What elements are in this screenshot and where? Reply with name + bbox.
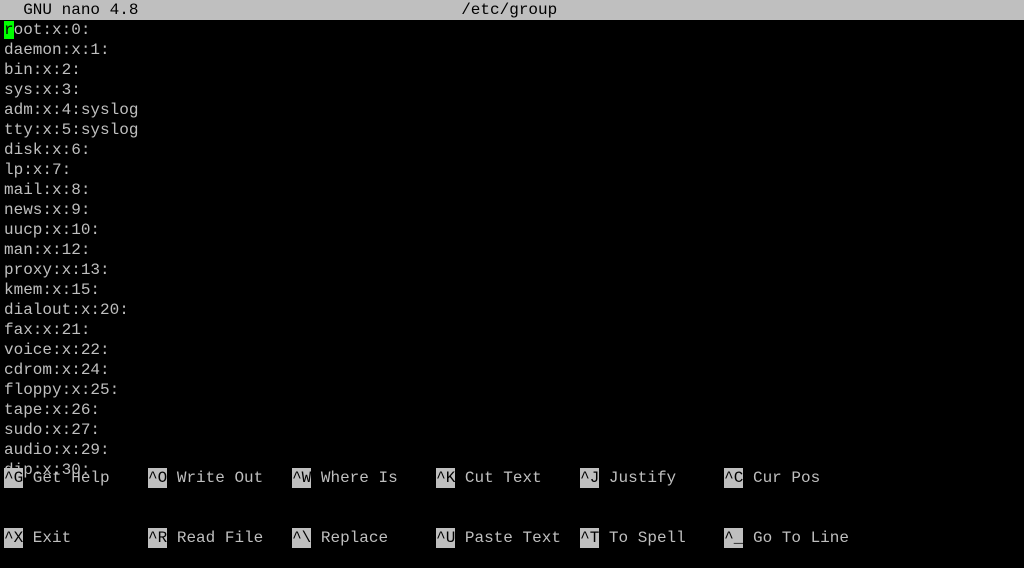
shortcut-label: Paste Text xyxy=(455,528,580,548)
shortcut-where-is[interactable]: ^W Where Is xyxy=(292,468,436,488)
file-line[interactable]: man:x:12: xyxy=(4,240,1020,260)
file-line[interactable]: fax:x:21: xyxy=(4,320,1020,340)
shortcut-cut-text[interactable]: ^K Cut Text xyxy=(436,468,580,488)
shortcut-label: Replace xyxy=(311,528,436,548)
shortcut-label: Get Help xyxy=(23,468,148,488)
file-line[interactable]: proxy:x:13: xyxy=(4,260,1020,280)
shortcut-label: Exit xyxy=(23,528,148,548)
shortcut-replace[interactable]: ^\ Replace xyxy=(292,528,436,548)
file-line[interactable]: root:x:0: xyxy=(4,20,1020,40)
cursor: r xyxy=(4,21,14,39)
shortcut-key: ^J xyxy=(580,468,599,488)
shortcut-key: ^_ xyxy=(724,528,743,548)
file-line[interactable]: floppy:x:25: xyxy=(4,380,1020,400)
shortcut-label: Cur Pos xyxy=(743,468,868,488)
shortcut-get-help[interactable]: ^G Get Help xyxy=(4,468,148,488)
file-line[interactable]: mail:x:8: xyxy=(4,180,1020,200)
file-line[interactable]: bin:x:2: xyxy=(4,60,1020,80)
shortcut-key: ^K xyxy=(436,468,455,488)
shortcut-label: Go To Line xyxy=(743,528,868,548)
shortcut-paste-text[interactable]: ^U Paste Text xyxy=(436,528,580,548)
shortcut-label: Write Out xyxy=(167,468,292,488)
shortcut-to-spell[interactable]: ^T To Spell xyxy=(580,528,724,548)
file-line[interactable]: voice:x:22: xyxy=(4,340,1020,360)
shortcut-justify[interactable]: ^J Justify xyxy=(580,468,724,488)
shortcut-key: ^U xyxy=(436,528,455,548)
file-line[interactable]: lp:x:7: xyxy=(4,160,1020,180)
shortcut-exit[interactable]: ^X Exit xyxy=(4,528,148,548)
file-line[interactable]: cdrom:x:24: xyxy=(4,360,1020,380)
shortcut-cur-pos[interactable]: ^C Cur Pos xyxy=(724,468,868,488)
file-line[interactable]: kmem:x:15: xyxy=(4,280,1020,300)
shortcut-row-2: ^X Exit ^R Read File ^\ Replace ^U Paste… xyxy=(4,528,1020,548)
shortcut-key: ^T xyxy=(580,528,599,548)
shortcut-write-out[interactable]: ^O Write Out xyxy=(148,468,292,488)
shortcut-key: ^R xyxy=(148,528,167,548)
file-line[interactable]: tape:x:26: xyxy=(4,400,1020,420)
shortcut-label: Cut Text xyxy=(455,468,580,488)
shortcut-label: Read File xyxy=(167,528,292,548)
file-line[interactable]: adm:x:4:syslog xyxy=(4,100,1020,120)
shortcut-key: ^G xyxy=(4,468,23,488)
editor-content[interactable]: root:x:0:daemon:x:1:bin:x:2:sys:x:3:adm:… xyxy=(0,20,1024,480)
file-line[interactable]: uucp:x:10: xyxy=(4,220,1020,240)
shortcut-label: To Spell xyxy=(599,528,724,548)
file-line[interactable]: news:x:9: xyxy=(4,200,1020,220)
shortcut-key: ^W xyxy=(292,468,311,488)
file-line[interactable]: tty:x:5:syslog xyxy=(4,120,1020,140)
file-line[interactable]: disk:x:6: xyxy=(4,140,1020,160)
title-bar: GNU nano 4.8 /etc/group xyxy=(0,0,1024,20)
shortcut-read-file[interactable]: ^R Read File xyxy=(148,528,292,548)
shortcut-go-to-line[interactable]: ^_ Go To Line xyxy=(724,528,868,548)
shortcut-key: ^C xyxy=(724,468,743,488)
shortcut-label: Justify xyxy=(599,468,724,488)
file-line[interactable]: sys:x:3: xyxy=(4,80,1020,100)
shortcut-bar: ^G Get Help ^O Write Out ^W Where Is ^K … xyxy=(0,428,1024,568)
shortcut-key: ^X xyxy=(4,528,23,548)
shortcut-key: ^O xyxy=(148,468,167,488)
shortcut-row-1: ^G Get Help ^O Write Out ^W Where Is ^K … xyxy=(4,468,1020,488)
shortcut-label: Where Is xyxy=(311,468,436,488)
file-name: /etc/group xyxy=(0,0,1020,20)
shortcut-key: ^\ xyxy=(292,528,311,548)
file-line[interactable]: dialout:x:20: xyxy=(4,300,1020,320)
file-line[interactable]: daemon:x:1: xyxy=(4,40,1020,60)
